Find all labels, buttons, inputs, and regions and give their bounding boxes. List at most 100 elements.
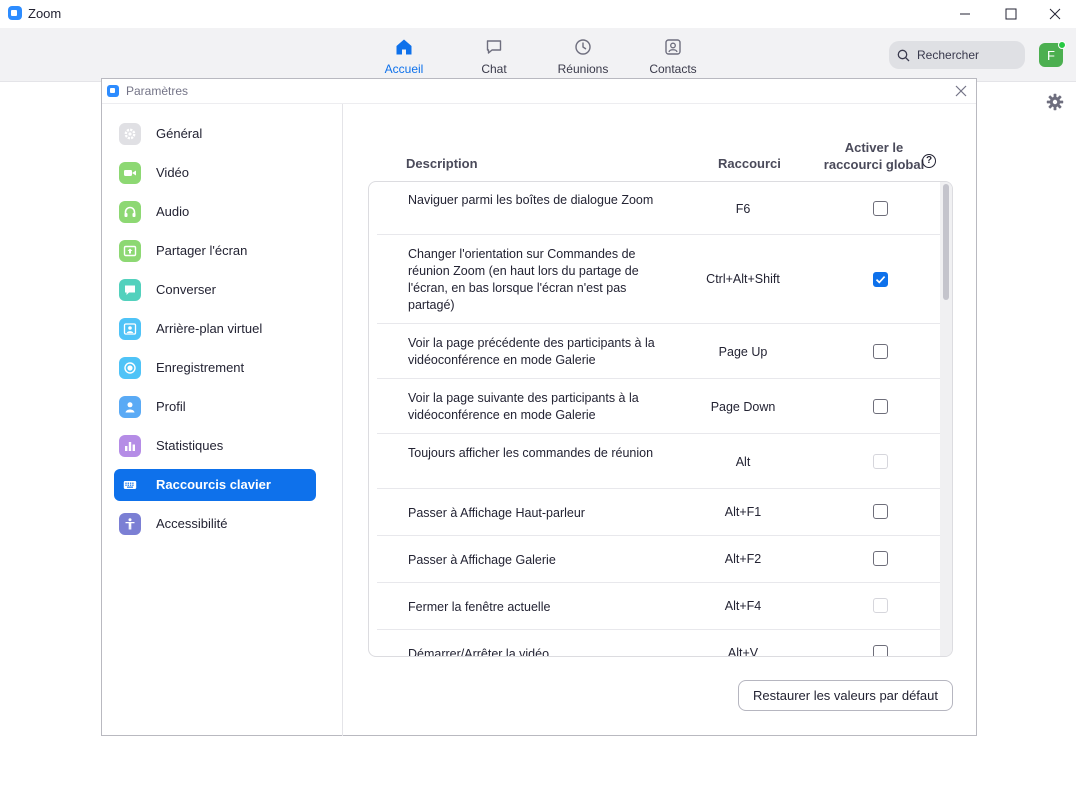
profile-icon — [119, 396, 141, 418]
shortcut-description: Passer à Affichage Haut-parleur — [408, 506, 585, 520]
global-shortcut-checkbox[interactable] — [873, 504, 888, 519]
table-row: Passer à Affichage Haut-parleur Alt+F1 — [377, 490, 941, 536]
global-shortcut-checkbox — [873, 454, 888, 469]
bar-chart-icon — [119, 435, 141, 457]
dialog-title: Paramètres — [126, 84, 189, 98]
shortcut-description: Changer l'orientation sur Commandes de r… — [408, 247, 639, 312]
sidebar-item-label: Partager l'écran — [156, 243, 248, 258]
tab-home[interactable]: Accueil — [364, 36, 444, 76]
video-icon — [119, 162, 141, 184]
tab-chat[interactable]: Chat — [454, 36, 534, 76]
shortcuts-table: Naviguer parmi les boîtes de dialogue Zo… — [368, 181, 953, 657]
shortcut-key[interactable]: Page Up — [657, 345, 829, 359]
table-row: Toujours afficher les commandes de réuni… — [377, 435, 941, 489]
sidebar-item-statistics[interactable]: Statistiques — [114, 430, 316, 462]
global-shortcut-checkbox[interactable] — [873, 645, 888, 656]
table-row: Fermer la fenêtre actuelle Alt+F4 — [377, 584, 941, 630]
shortcuts-panel: Description Raccourci Activer le raccour… — [344, 104, 976, 736]
search-input[interactable]: Rechercher — [889, 41, 1025, 69]
sidebar-item-label: Converser — [156, 282, 216, 297]
clock-icon — [575, 39, 591, 55]
scrollbar-thumb[interactable] — [943, 184, 949, 300]
sidebar-item-profile[interactable]: Profil — [114, 391, 316, 423]
contacts-icon — [665, 39, 681, 55]
person-background-icon — [119, 318, 141, 340]
global-shortcut-checkbox[interactable] — [873, 201, 888, 216]
tab-home-label: Accueil — [384, 62, 424, 76]
column-header-global-line2: raccourci global — [823, 157, 925, 172]
global-shortcut-checkbox — [873, 598, 888, 613]
chat-bubble-icon — [119, 279, 141, 301]
zoom-logo-icon — [8, 6, 22, 20]
zoom-logo-icon — [107, 85, 119, 97]
tab-contacts[interactable]: Contacts — [633, 36, 713, 76]
dialog-close-icon[interactable] — [954, 84, 968, 98]
shortcut-key[interactable]: F6 — [657, 202, 829, 216]
share-screen-icon — [119, 240, 141, 262]
close-window-button[interactable] — [1032, 0, 1076, 28]
sidebar-item-video[interactable]: Vidéo — [114, 157, 316, 189]
sidebar-item-label: Audio — [156, 204, 190, 219]
sidebar-item-label: Raccourcis clavier — [156, 477, 271, 492]
table-row: Démarrer/Arrêter la vidéo Alt+V — [377, 631, 941, 657]
search-placeholder: Rechercher — [917, 48, 980, 62]
shortcut-description: Voir la page suivante des participants à… — [408, 391, 639, 422]
sidebar-item-general[interactable]: Général — [114, 118, 316, 150]
column-header-global-line1: Activer le — [844, 140, 904, 155]
shortcut-description: Naviguer parmi les boîtes de dialogue Zo… — [408, 193, 654, 207]
sidebar-item-audio[interactable]: Audio — [114, 196, 316, 228]
sidebar-item-label: Enregistrement — [156, 360, 245, 375]
global-shortcut-checkbox[interactable] — [873, 344, 888, 359]
record-icon — [119, 357, 141, 379]
global-shortcut-checkbox[interactable] — [873, 399, 888, 414]
sidebar-item-recording[interactable]: Enregistrement — [114, 352, 316, 384]
sidebar-item-keyboard-shortcuts[interactable]: Raccourcis clavier — [114, 469, 316, 501]
sidebar-item-accessibility[interactable]: Accessibilité — [114, 508, 316, 540]
column-header-shortcut: Raccourci — [718, 156, 781, 171]
sidebar-item-label: Profil — [156, 399, 186, 414]
sidebar-item-chat[interactable]: Converser — [114, 274, 316, 306]
headphones-icon — [119, 201, 141, 223]
minimize-button[interactable] — [942, 0, 988, 28]
maximize-icon — [1005, 8, 1017, 20]
keyboard-icon — [119, 474, 141, 496]
column-header-description: Description — [406, 156, 478, 171]
tab-contacts-label: Contacts — [649, 62, 697, 76]
shortcut-key[interactable]: Alt+F4 — [657, 599, 829, 613]
shortcut-description: Voir la page précédente des participants… — [408, 336, 655, 367]
global-shortcut-checkbox[interactable] — [873, 551, 888, 566]
shortcut-description: Fermer la fenêtre actuelle — [408, 600, 551, 614]
shortcut-key[interactable]: Ctrl+Alt+Shift — [657, 272, 829, 286]
shortcut-description: Démarrer/Arrêter la vidéo — [408, 647, 550, 657]
settings-dialog: Paramètres Général Vidéo Audio Partager … — [101, 78, 977, 736]
close-icon — [1049, 8, 1061, 20]
sidebar-item-share-screen[interactable]: Partager l'écran — [114, 235, 316, 267]
tab-meetings[interactable]: Réunions — [543, 36, 623, 76]
sidebar-item-label: Statistiques — [156, 438, 224, 453]
global-shortcut-checkbox[interactable] — [873, 272, 888, 287]
tab-chat-label: Chat — [481, 62, 507, 76]
settings-gear-icon[interactable] — [1046, 93, 1064, 111]
chat-icon — [486, 40, 502, 54]
help-icon[interactable]: ? — [922, 154, 936, 168]
sidebar-item-label: Arrière-plan virtuel — [156, 321, 263, 336]
shortcut-key[interactable]: Alt+F1 — [657, 505, 829, 519]
sidebar-item-virtual-background[interactable]: Arrière-plan virtuel — [114, 313, 316, 345]
table-row: Voir la page suivante des participants à… — [377, 380, 941, 434]
shortcut-key[interactable]: Page Down — [657, 400, 829, 414]
column-header-global: Activer le raccourci global — [814, 139, 934, 173]
dialog-titlebar: Paramètres — [102, 79, 976, 103]
shortcut-key[interactable]: Alt — [657, 455, 829, 469]
table-row: Passer à Affichage Galerie Alt+F2 — [377, 537, 941, 583]
sidebar-item-label: Accessibilité — [156, 516, 228, 531]
shortcut-key[interactable]: Alt+F2 — [657, 552, 829, 566]
checkmark-icon — [875, 276, 886, 284]
search-icon — [897, 49, 910, 62]
shortcuts-scrollbar[interactable] — [940, 182, 952, 656]
minimize-icon — [960, 13, 970, 15]
shortcut-description: Passer à Affichage Galerie — [408, 553, 556, 567]
maximize-button[interactable] — [988, 0, 1034, 28]
shortcut-key[interactable]: Alt+V — [657, 646, 829, 656]
restore-defaults-button[interactable]: Restaurer les valeurs par défaut — [738, 680, 953, 711]
table-row: Voir la page précédente des participants… — [377, 325, 941, 379]
